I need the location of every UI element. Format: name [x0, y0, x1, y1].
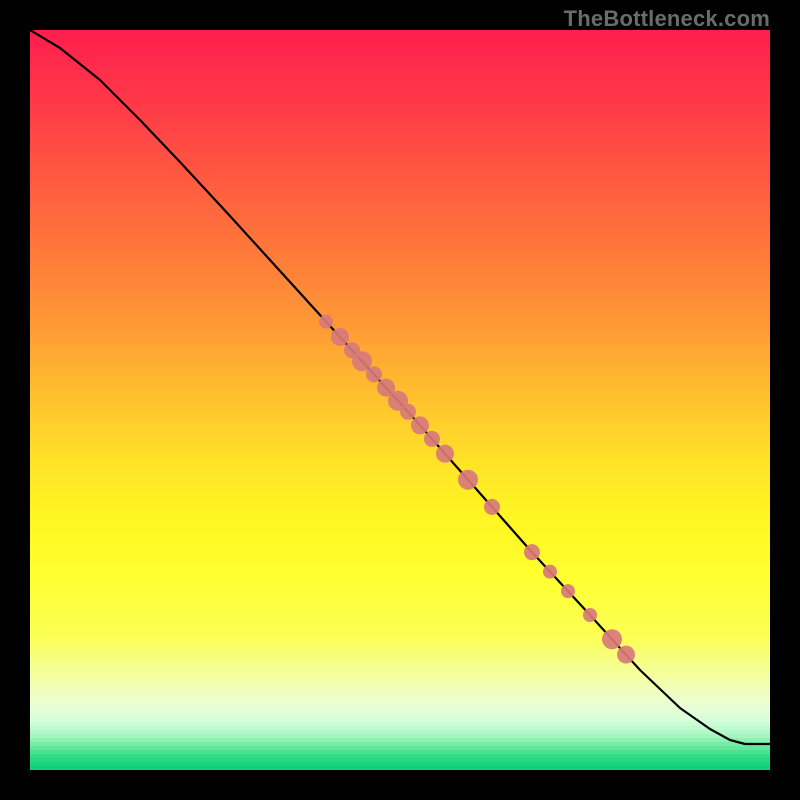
data-point	[543, 565, 557, 579]
watermark-label: TheBottleneck.com	[564, 6, 770, 32]
data-point	[583, 608, 597, 622]
data-point	[484, 499, 500, 515]
data-point	[366, 366, 382, 382]
plot-area	[30, 30, 770, 770]
data-point	[602, 629, 622, 649]
data-point	[436, 445, 454, 463]
data-point	[458, 470, 478, 490]
chart-overlay	[30, 30, 770, 770]
data-point	[319, 315, 333, 329]
data-point	[400, 404, 416, 420]
data-point	[424, 431, 440, 447]
primary-curve	[30, 30, 770, 744]
data-point	[524, 544, 540, 560]
data-point	[411, 416, 429, 434]
data-point	[617, 646, 635, 664]
chart-frame: TheBottleneck.com	[0, 0, 800, 800]
data-point	[561, 584, 575, 598]
data-point	[331, 328, 349, 346]
